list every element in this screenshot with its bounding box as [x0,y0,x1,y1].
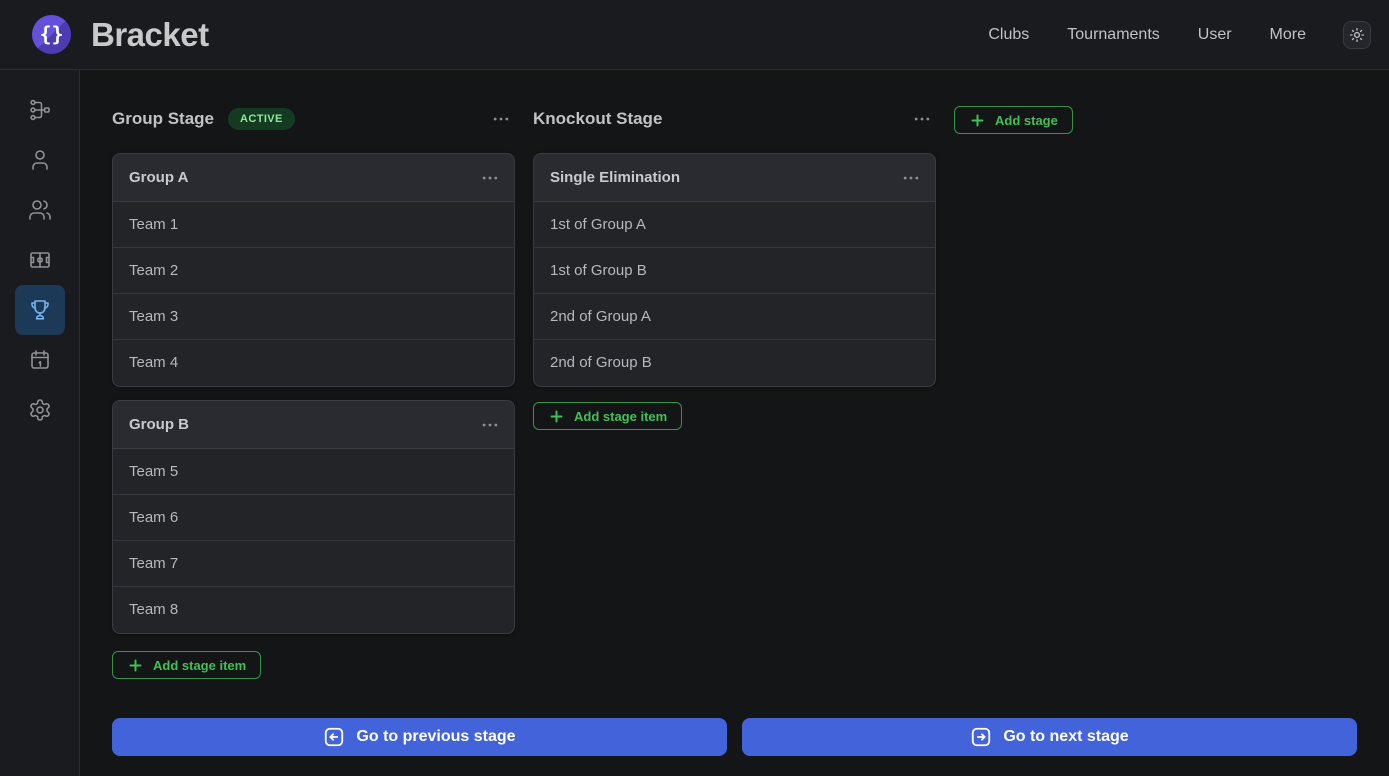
knockout-stage-menu-button[interactable] [908,107,936,131]
sidebar [0,70,80,776]
knockout-stage-header: Knockout Stage [533,105,936,133]
group-a-title: Group A [129,169,189,186]
slot-row: 1st of Group A [534,202,935,248]
arrow-left-square-icon [323,726,345,748]
plus-icon [127,657,144,674]
previous-stage-button[interactable]: Go to previous stage [112,718,727,756]
slot-row: 2nd of Group A [534,294,935,340]
team-row: Team 1 [113,202,514,248]
sidebar-item-settings[interactable] [15,385,65,435]
slot-row: 1st of Group B [534,248,935,294]
trophy-icon [28,298,52,322]
active-status-badge: ACTIVE [228,108,295,130]
app-header: {} Bracket Clubs Tournaments User More [0,0,1389,70]
previous-stage-label: Go to previous stage [356,728,516,745]
add-stage-label: Add stage [995,112,1058,128]
sidebar-item-schedule[interactable] [15,335,65,385]
group-b-menu-button[interactable] [476,413,504,437]
ellipsis-icon [912,109,932,129]
single-elimination-menu-button[interactable] [897,166,925,190]
theme-toggle-button[interactable] [1343,20,1371,49]
knockout-stage-title: Knockout Stage [533,109,663,128]
stage-navigation: Go to previous stage Go to next stage [112,718,1357,756]
team-row: Team 3 [113,294,514,340]
nav-user[interactable]: User [1183,18,1247,52]
nav-tournaments[interactable]: Tournaments [1052,18,1175,52]
group-stage-title: Group Stage [112,109,215,128]
add-stage-item-button-knockout[interactable]: Add stage item [533,402,683,430]
nav-clubs[interactable]: Clubs [973,18,1044,52]
field-icon [28,248,52,272]
calendar-icon [28,348,52,372]
team-row: Team 6 [113,495,514,541]
single-elimination-card: Single Elimination 1st of Group A 1st of… [533,153,936,387]
ellipsis-icon [491,109,511,129]
sidebar-item-stages-flow[interactable] [15,85,65,135]
add-stage-button[interactable]: Add stage [954,106,1073,134]
group-stage-menu-button[interactable] [487,107,515,131]
app-title: Bracket [91,15,209,53]
plus-icon [969,112,986,129]
team-row: Team 2 [113,248,514,294]
add-stage-item-button-group[interactable]: Add stage item [112,651,262,679]
add-stage-item-label: Add stage item [153,657,247,673]
team-row: Team 4 [129,354,179,371]
sun-icon [1349,27,1365,43]
next-stage-button[interactable]: Go to next stage [742,718,1357,756]
group-stage-column: Group Stage ACTIVE Group A Team 1 Team 2… [112,105,515,679]
add-stage-column: Add stage [954,105,1357,134]
sidebar-item-user[interactable] [15,135,65,185]
single-elimination-title: Single Elimination [550,169,681,186]
team-row: Team 5 [113,449,514,495]
group-a-card: Group A Team 1 Team 2 Team 3 Team 4 [112,153,515,387]
ellipsis-icon [480,168,500,188]
add-stage-item-label: Add stage item [574,408,668,424]
nav-more[interactable]: More [1255,18,1321,52]
sidebar-item-tournament[interactable] [14,285,65,335]
users-icon [28,198,52,222]
top-navigation: Clubs Tournaments User More [973,18,1371,52]
flow-icon [28,98,52,122]
group-a-menu-button[interactable] [476,166,504,190]
ellipsis-icon [901,168,921,188]
user-icon [28,148,52,172]
group-stage-header: Group Stage ACTIVE [112,105,515,133]
sidebar-item-courts[interactable] [15,235,65,285]
settings-gear-icon [28,398,52,422]
group-b-card: Group B Team 5 Team 6 Team 7 Team 8 [112,400,515,634]
group-b-title: Group B [129,416,189,433]
main-content: Group Stage ACTIVE Group A Team 1 Team 2… [80,70,1389,776]
slot-row: 2nd of Group B [550,354,652,371]
logo-braces-glyph: {} [39,21,64,46]
next-stage-label: Go to next stage [1003,728,1129,745]
plus-icon [548,408,565,425]
knockout-stage-column: Knockout Stage Single Elimination 1st of… [533,105,936,430]
app-logo: {} [32,15,71,54]
brand: {} Bracket [32,15,209,54]
team-row: Team 8 [129,601,179,618]
team-row: Team 7 [113,541,514,587]
ellipsis-icon [480,415,500,435]
arrow-right-square-icon [970,726,992,748]
sidebar-item-players[interactable] [15,185,65,235]
